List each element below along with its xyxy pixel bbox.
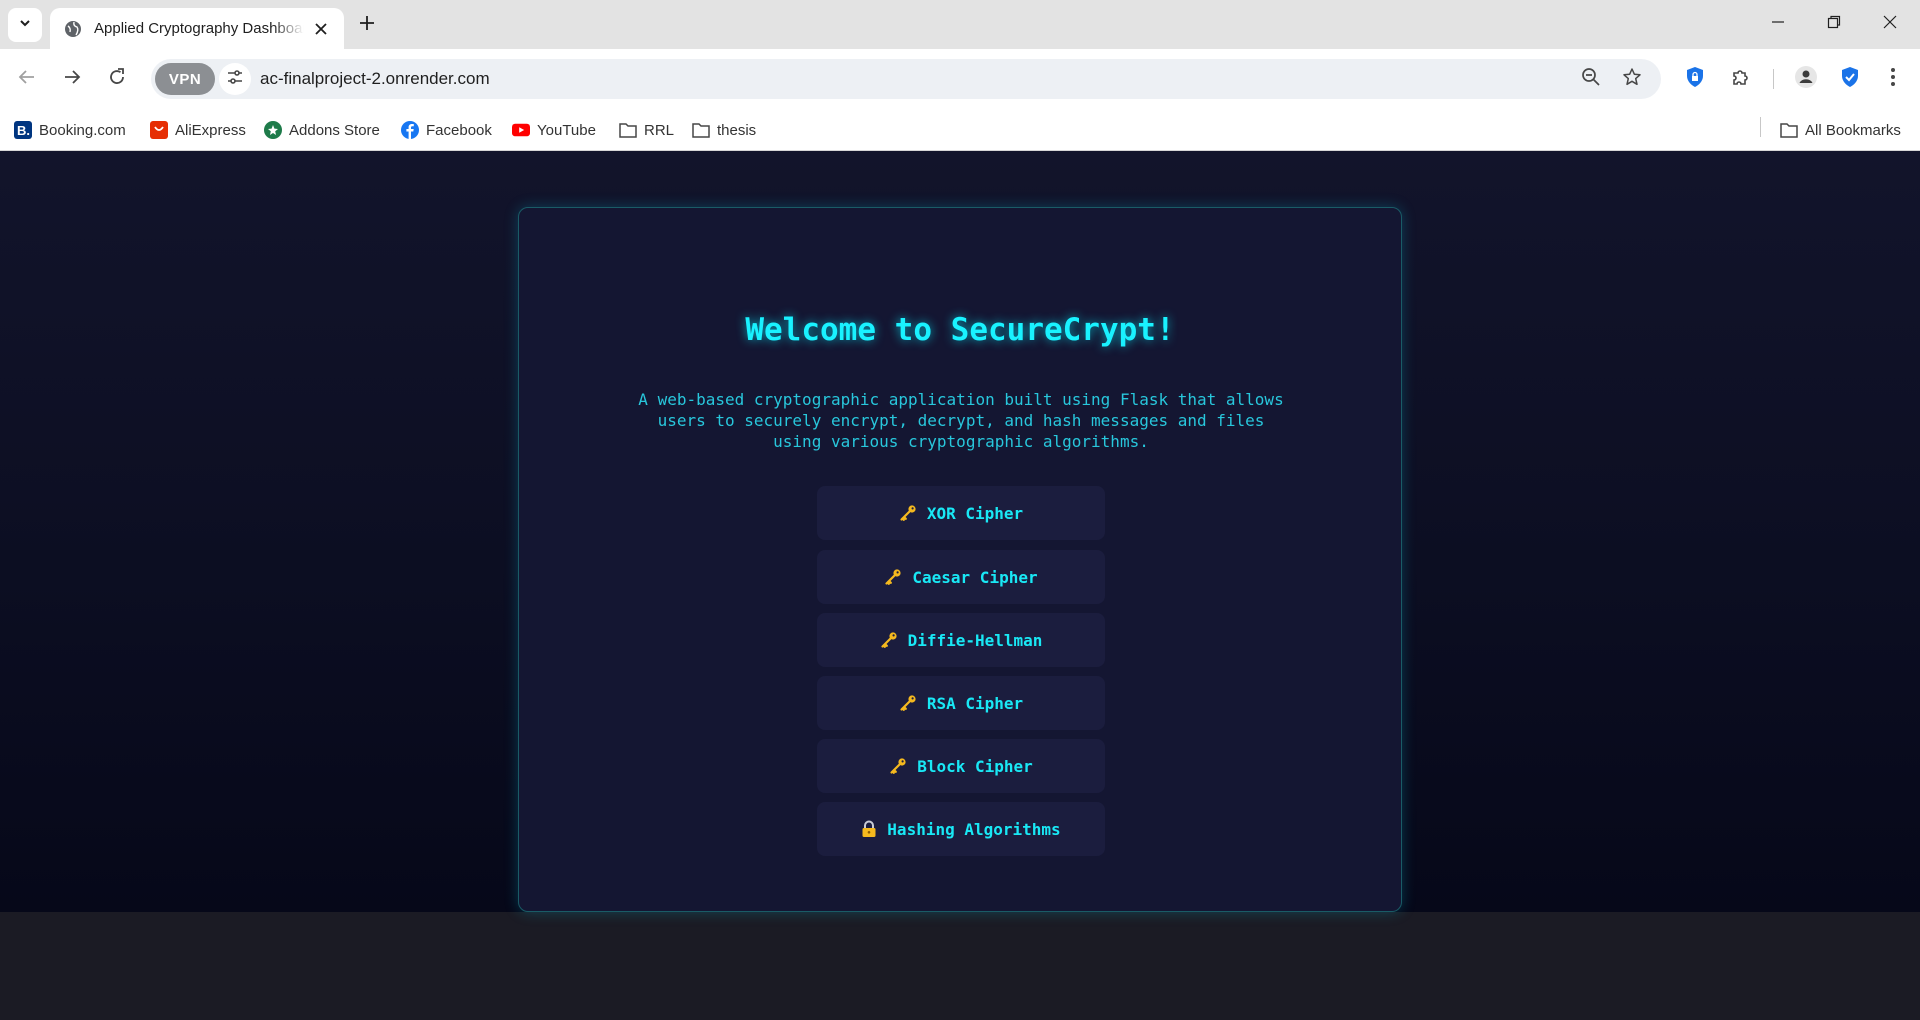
site-info-button[interactable] <box>219 63 251 95</box>
restore-button[interactable] <box>1806 0 1862 49</box>
folder-icon <box>619 121 637 139</box>
puzzle-icon <box>1731 67 1751 92</box>
bitwarden-extension-button[interactable] <box>1679 63 1711 95</box>
chevron-down-icon <box>18 16 32 35</box>
reload-icon <box>107 67 127 92</box>
bookmark-folder-rrl[interactable]: RRL <box>619 115 674 145</box>
facebook-icon <box>401 121 419 139</box>
diffie-hellman-button[interactable]: Diffie-Hellman <box>817 613 1105 667</box>
menu-label: XOR Cipher <box>926 503 1024 523</box>
page-footer-area <box>0 912 1920 1020</box>
forward-button[interactable] <box>54 61 90 97</box>
extensions-button[interactable] <box>1725 63 1757 95</box>
bookmarks-bar: B. Booking.com AliExpress Addons Store F… <box>0 109 1920 151</box>
more-vert-icon <box>1890 67 1896 92</box>
arrow-right-icon <box>63 68 81 91</box>
bookmark-booking[interactable]: B. Booking.com <box>14 115 126 145</box>
bookmark-label: Facebook <box>426 121 492 139</box>
browser-menu-button[interactable] <box>1877 63 1909 95</box>
booking-icon: B. <box>14 121 32 139</box>
bookmark-label: thesis <box>717 121 757 139</box>
avatar-icon <box>1794 65 1818 94</box>
dashboard-card: Welcome to SecureCrypt! A web-based cryp… <box>518 207 1402 912</box>
shield-extension-button[interactable] <box>1834 63 1866 95</box>
plus-icon <box>359 15 375 36</box>
toolbar-separator <box>1773 69 1774 89</box>
page-description: A web-based cryptographic application bu… <box>638 390 1284 451</box>
back-button[interactable] <box>9 61 45 97</box>
address-bar[interactable]: VPN ac-finalproject-2.onrender.com <box>151 59 1661 99</box>
key-icon <box>889 757 907 775</box>
svg-text:B.: B. <box>17 123 30 138</box>
close-tab-icon[interactable] <box>310 18 332 40</box>
menu-label: RSA Cipher <box>926 693 1024 713</box>
folder-icon <box>1780 121 1798 139</box>
menu-label: Caesar Cipher <box>912 567 1038 587</box>
vpn-button[interactable]: VPN <box>155 63 215 95</box>
bookmarks-separator <box>1760 117 1761 137</box>
reload-button[interactable] <box>99 61 135 97</box>
bookmark-youtube[interactable]: YouTube <box>512 115 596 145</box>
globe-icon <box>64 20 82 38</box>
tab-search-button[interactable] <box>8 8 42 42</box>
shield-check-icon <box>1840 66 1860 93</box>
key-icon <box>899 504 917 522</box>
browser-toolbar: VPN ac-finalproject-2.onrender.com <box>0 49 1920 109</box>
lock-icon <box>861 820 877 838</box>
bookmark-facebook[interactable]: Facebook <box>401 115 492 145</box>
arrow-left-icon <box>18 68 36 91</box>
bookmark-folder-thesis[interactable]: thesis <box>692 115 756 145</box>
bookmark-label: Addons Store <box>289 121 380 139</box>
key-icon <box>880 631 898 649</box>
close-window-button[interactable] <box>1862 0 1918 49</box>
page-title: Welcome to SecureCrypt! <box>745 312 1175 348</box>
menu-label: Block Cipher <box>917 756 1033 776</box>
caesar-cipher-button[interactable]: Caesar Cipher <box>817 550 1105 604</box>
menu-label: Diffie-Hellman <box>907 630 1043 650</box>
bookmark-star-button[interactable] <box>1616 63 1648 95</box>
all-bookmarks-label: All Bookmarks <box>1805 121 1901 139</box>
profile-button[interactable] <box>1790 63 1822 95</box>
key-icon <box>884 568 902 586</box>
url-text[interactable]: ac-finalproject-2.onrender.com <box>260 69 490 89</box>
bookmark-label: Booking.com <box>39 121 126 139</box>
bookmark-label: RRL <box>644 121 675 139</box>
aliexpress-icon <box>150 121 168 139</box>
key-icon <box>899 694 917 712</box>
folder-icon <box>692 121 710 139</box>
zoom-out-icon <box>1581 67 1601 92</box>
vpn-label: VPN <box>168 70 202 88</box>
youtube-icon <box>512 121 530 139</box>
minimize-icon <box>1771 15 1785 34</box>
bookmark-aliexpress[interactable]: AliExpress <box>150 115 246 145</box>
new-tab-button[interactable] <box>353 11 381 39</box>
rsa-cipher-button[interactable]: RSA Cipher <box>817 676 1105 730</box>
star-icon <box>1622 67 1642 92</box>
hashing-algorithms-button[interactable]: Hashing Algorithms <box>817 802 1105 856</box>
restore-icon <box>1827 15 1841 34</box>
bookmark-addons-store[interactable]: Addons Store <box>264 115 380 145</box>
zoom-button[interactable] <box>1575 63 1607 95</box>
menu-label: Hashing Algorithms <box>887 819 1061 839</box>
block-cipher-button[interactable]: Block Cipher <box>817 739 1105 793</box>
minimize-button[interactable] <box>1750 0 1806 49</box>
tab-strip: Applied Cryptography Dashboard <box>0 0 1920 49</box>
close-icon <box>1883 15 1897 34</box>
shield-lock-icon <box>1685 66 1705 93</box>
all-bookmarks-button[interactable]: All Bookmarks <box>1780 115 1901 145</box>
active-tab[interactable]: Applied Cryptography Dashboard <box>50 8 344 49</box>
addons-store-icon <box>264 121 282 139</box>
bookmark-label: YouTube <box>537 121 596 139</box>
xor-cipher-button[interactable]: XOR Cipher <box>817 486 1105 540</box>
tune-icon <box>226 68 244 91</box>
bookmark-label: AliExpress <box>175 121 246 139</box>
tab-title: Applied Cryptography Dashboard <box>94 20 304 37</box>
